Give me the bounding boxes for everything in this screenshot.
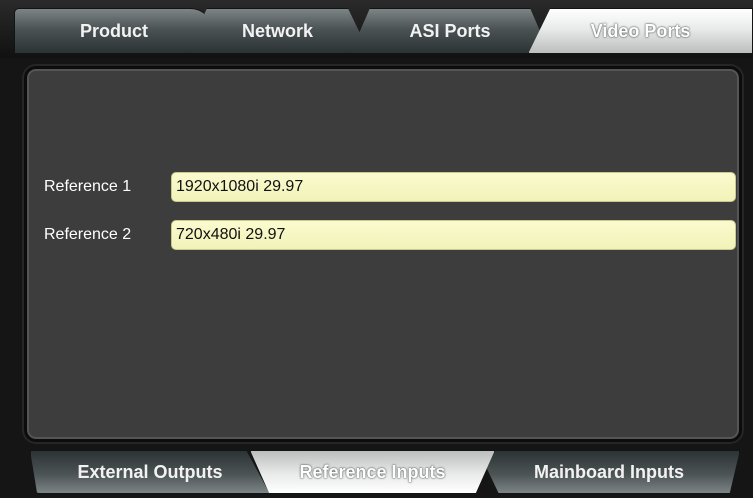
- reference-2-row: Reference 2 720x480i 29.97: [44, 219, 736, 251]
- video-ports-window: Product Network ASI Ports Video Ports Re…: [0, 0, 753, 498]
- reference-1-value: 1920x1080i 29.97: [171, 172, 736, 202]
- top-tab-bar: Product Network ASI Ports Video Ports: [0, 0, 753, 58]
- reference-2-label: Reference 2: [44, 226, 132, 243]
- tab-reference-inputs[interactable]: Reference Inputs: [250, 450, 495, 494]
- reference-inputs-panel: Reference 1 1920x1080i 29.97 Reference 2…: [24, 66, 742, 442]
- tab-mainboard-inputs[interactable]: Mainboard Inputs: [478, 450, 740, 494]
- tab-product[interactable]: Product: [14, 8, 214, 54]
- tab-external-outputs[interactable]: External Outputs: [30, 450, 270, 494]
- bottom-tab-bar: External Outputs Reference Inputs Mainbo…: [0, 444, 753, 498]
- reference-1-row: Reference 1 1920x1080i 29.97: [44, 171, 736, 203]
- reference-2-value: 720x480i 29.97: [171, 220, 736, 250]
- tab-asi-ports[interactable]: ASI Ports: [350, 8, 550, 54]
- tab-video-ports[interactable]: Video Ports: [528, 8, 753, 54]
- tab-network[interactable]: Network: [185, 8, 370, 54]
- reference-1-label: Reference 1: [44, 178, 132, 195]
